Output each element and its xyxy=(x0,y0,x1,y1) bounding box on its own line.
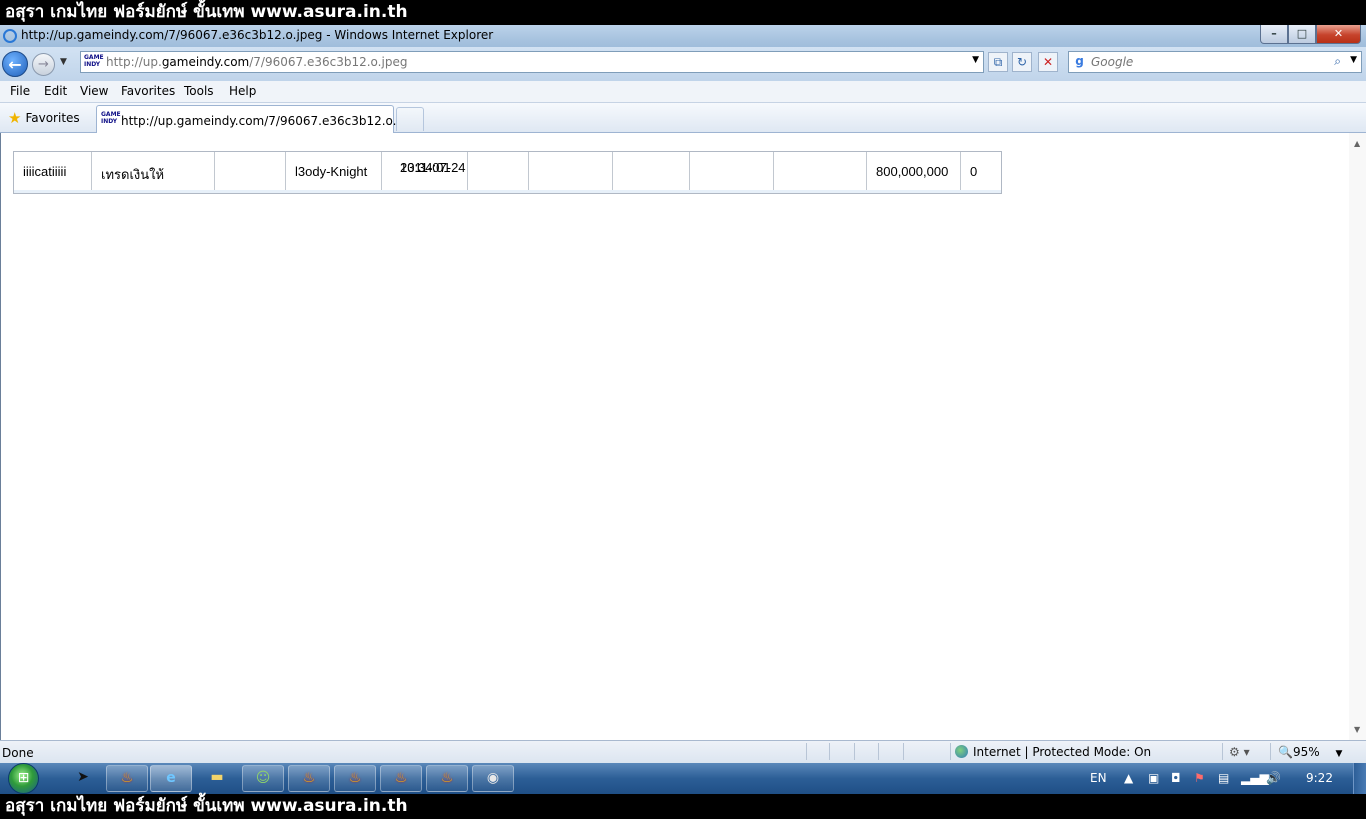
record-cell-datetime: 2011-07-24 13:34:01 xyxy=(382,152,468,193)
start-button[interactable]: ⊞ xyxy=(8,763,39,794)
tab-title: http://up.gameindy.com/7/96067.e36c3b12.… xyxy=(121,114,423,128)
ie-logo-icon xyxy=(3,29,17,43)
menu-view[interactable]: View xyxy=(80,84,108,98)
record-cell xyxy=(774,152,867,193)
screenshot-image-record: iiiicatiiiii เทรดเงินให้ l3ody-Knight 20… xyxy=(13,151,1002,194)
row-divider xyxy=(14,190,1001,193)
recent-pages-dropdown-icon[interactable]: ▼ xyxy=(60,57,67,67)
zoom-level[interactable]: 🔍95% ▼ xyxy=(1278,745,1342,759)
system-tray: EN ▲ ▣ ◘ ⚑ ▤ ▂▄▆ 🔊 9:22 xyxy=(1076,763,1366,794)
address-bar[interactable]: GAME INDY http://up.gameindy.com/7/96067.… xyxy=(80,51,984,73)
record-cell: เทรดเงินให้ xyxy=(92,152,215,193)
record-cell xyxy=(215,152,286,193)
file-explorer-taskbar-icon[interactable]: ▬ xyxy=(196,765,238,792)
status-divider xyxy=(854,743,855,760)
security-zone[interactable]: Internet | Protected Mode: On xyxy=(955,745,1151,759)
status-divider xyxy=(903,743,904,760)
asura-game-taskbar-icon[interactable]: ♨ xyxy=(426,765,468,792)
back-button[interactable]: ← xyxy=(2,51,28,77)
minimize-button[interactable]: – xyxy=(1260,25,1288,44)
status-divider xyxy=(878,743,879,760)
navigation-bar: ← → ▼ GAME INDY http://up.gameindy.com/7/… xyxy=(0,47,1366,81)
window-titlebar[interactable]: http://up.gameindy.com/7/96067.e36c3b12.… xyxy=(0,25,1366,47)
close-button[interactable]: ✕ xyxy=(1316,25,1361,44)
menu-favorites[interactable]: Favorites xyxy=(121,84,175,98)
vertical-scrollbar[interactable]: ▲ ▼ xyxy=(1349,133,1366,740)
status-bar: Done Internet | Protected Mode: On ⚙ ▾ 🔍… xyxy=(0,740,1366,763)
maximize-button[interactable]: □ xyxy=(1288,25,1316,44)
protected-mode-icon[interactable]: ⚙ ▾ xyxy=(1229,745,1250,759)
globe-icon xyxy=(955,745,968,758)
asura-game-taskbar-icon[interactable]: ♨ xyxy=(106,765,148,792)
messenger-taskbar-icon[interactable]: ☺ xyxy=(242,765,284,792)
record-cell xyxy=(529,152,613,193)
status-text: Done xyxy=(2,746,34,760)
gameindy-site-icon: GAME INDY xyxy=(101,111,121,125)
bottom-banner: อสุรา เกมไทย ฟอร์มยักษ์ ขั้นเทพ www.asur… xyxy=(0,794,1366,819)
record-cell: l3ody-Knight xyxy=(286,152,382,193)
new-tab-button[interactable] xyxy=(396,107,424,131)
record-cell xyxy=(468,152,529,193)
tray-app-icon[interactable]: ▣ xyxy=(1148,771,1159,785)
record-cell xyxy=(690,152,774,193)
tray-app-icon[interactable]: ▤ xyxy=(1218,771,1229,785)
page-content: iiiicatiiiii เทรดเงินให้ l3ody-Knight 20… xyxy=(0,133,1366,740)
action-center-icon[interactable]: ⚑ xyxy=(1194,771,1205,785)
scroll-up-icon[interactable]: ▲ xyxy=(1354,139,1360,148)
search-icon[interactable]: ⌕ xyxy=(1334,54,1341,69)
asura-game-taskbar-icon[interactable]: ♨ xyxy=(288,765,330,792)
language-indicator[interactable]: EN xyxy=(1090,771,1107,785)
status-divider xyxy=(1270,743,1271,760)
refresh-icon[interactable]: ↻ xyxy=(1012,52,1032,72)
menu-tools[interactable]: Tools xyxy=(184,84,214,98)
gameindy-site-icon: GAME INDY xyxy=(84,54,104,68)
menu-edit[interactable]: Edit xyxy=(44,84,67,98)
asura-game-taskbar-icon[interactable]: ♨ xyxy=(334,765,376,792)
show-desktop-button[interactable] xyxy=(1353,763,1366,794)
forward-button[interactable]: → xyxy=(32,53,55,76)
paint-taskbar-icon[interactable]: ◉ xyxy=(472,765,514,792)
top-banner: อสุรา เกมไทย ฟอร์มยักษ์ ขั้นเทพ www.asur… xyxy=(0,0,1366,25)
search-options-dropdown-icon[interactable]: ▼ xyxy=(1350,55,1357,65)
address-dropdown-icon[interactable]: ▼ xyxy=(972,55,979,65)
cursor-app-icon[interactable]: ➤ xyxy=(62,765,104,792)
menu-bar: File Edit View Favorites Tools Help xyxy=(0,81,1366,103)
show-hidden-icons-icon[interactable]: ▲ xyxy=(1124,771,1133,785)
compatibility-view-icon[interactable]: ⧉ xyxy=(988,52,1008,72)
record-cell-amount: 800,000,000 xyxy=(867,152,961,193)
windows-taskbar: ⊞ ➤ ♨ e ▬ ☺ ♨ ♨ ♨ ♨ ◉ EN ▲ ▣ ◘ ⚑ ▤ ▂▄▆ 🔊… xyxy=(0,763,1366,794)
status-divider xyxy=(806,743,807,760)
address-url[interactable]: http://up.gameindy.com/7/96067.e36c3b12.… xyxy=(106,55,407,69)
stop-icon[interactable]: ✕ xyxy=(1038,52,1058,72)
status-divider xyxy=(829,743,830,760)
zoom-icon: 🔍 xyxy=(1278,745,1293,759)
zoom-dropdown-icon[interactable]: ▼ xyxy=(1335,749,1342,759)
search-box[interactable]: g ⌕ ▼ xyxy=(1068,51,1362,73)
status-divider xyxy=(950,743,951,760)
menu-help[interactable]: Help xyxy=(229,84,256,98)
internet-explorer-taskbar-icon[interactable]: e xyxy=(150,765,192,792)
window-title: http://up.gameindy.com/7/96067.e36c3b12.… xyxy=(21,28,494,42)
favorites-bar: ★ Favorites GAME INDY http://up.gameindy.c… xyxy=(0,103,1366,133)
record-cell xyxy=(613,152,690,193)
tray-app-icon[interactable]: ◘ xyxy=(1171,771,1181,785)
google-icon: g xyxy=(1075,54,1084,68)
record-cell: 0 xyxy=(970,164,978,179)
scroll-down-icon[interactable]: ▼ xyxy=(1354,725,1360,734)
menu-file[interactable]: File xyxy=(10,84,30,98)
status-divider xyxy=(1222,743,1223,760)
record-cell: iiiicatiiiii xyxy=(14,152,92,193)
favorites-button[interactable]: ★ Favorites xyxy=(8,109,80,127)
search-input[interactable] xyxy=(1091,54,1321,70)
asura-game-taskbar-icon[interactable]: ♨ xyxy=(380,765,422,792)
clock[interactable]: 9:22 xyxy=(1306,771,1333,785)
window-controls: – □ ✕ xyxy=(1260,25,1361,44)
star-icon: ★ xyxy=(8,109,22,127)
browser-tab[interactable]: GAME INDY http://up.gameindy.com/7/96067.… xyxy=(96,105,422,133)
network-icon[interactable]: ▂▄▆ xyxy=(1241,771,1269,785)
volume-icon[interactable]: 🔊 xyxy=(1266,771,1281,785)
